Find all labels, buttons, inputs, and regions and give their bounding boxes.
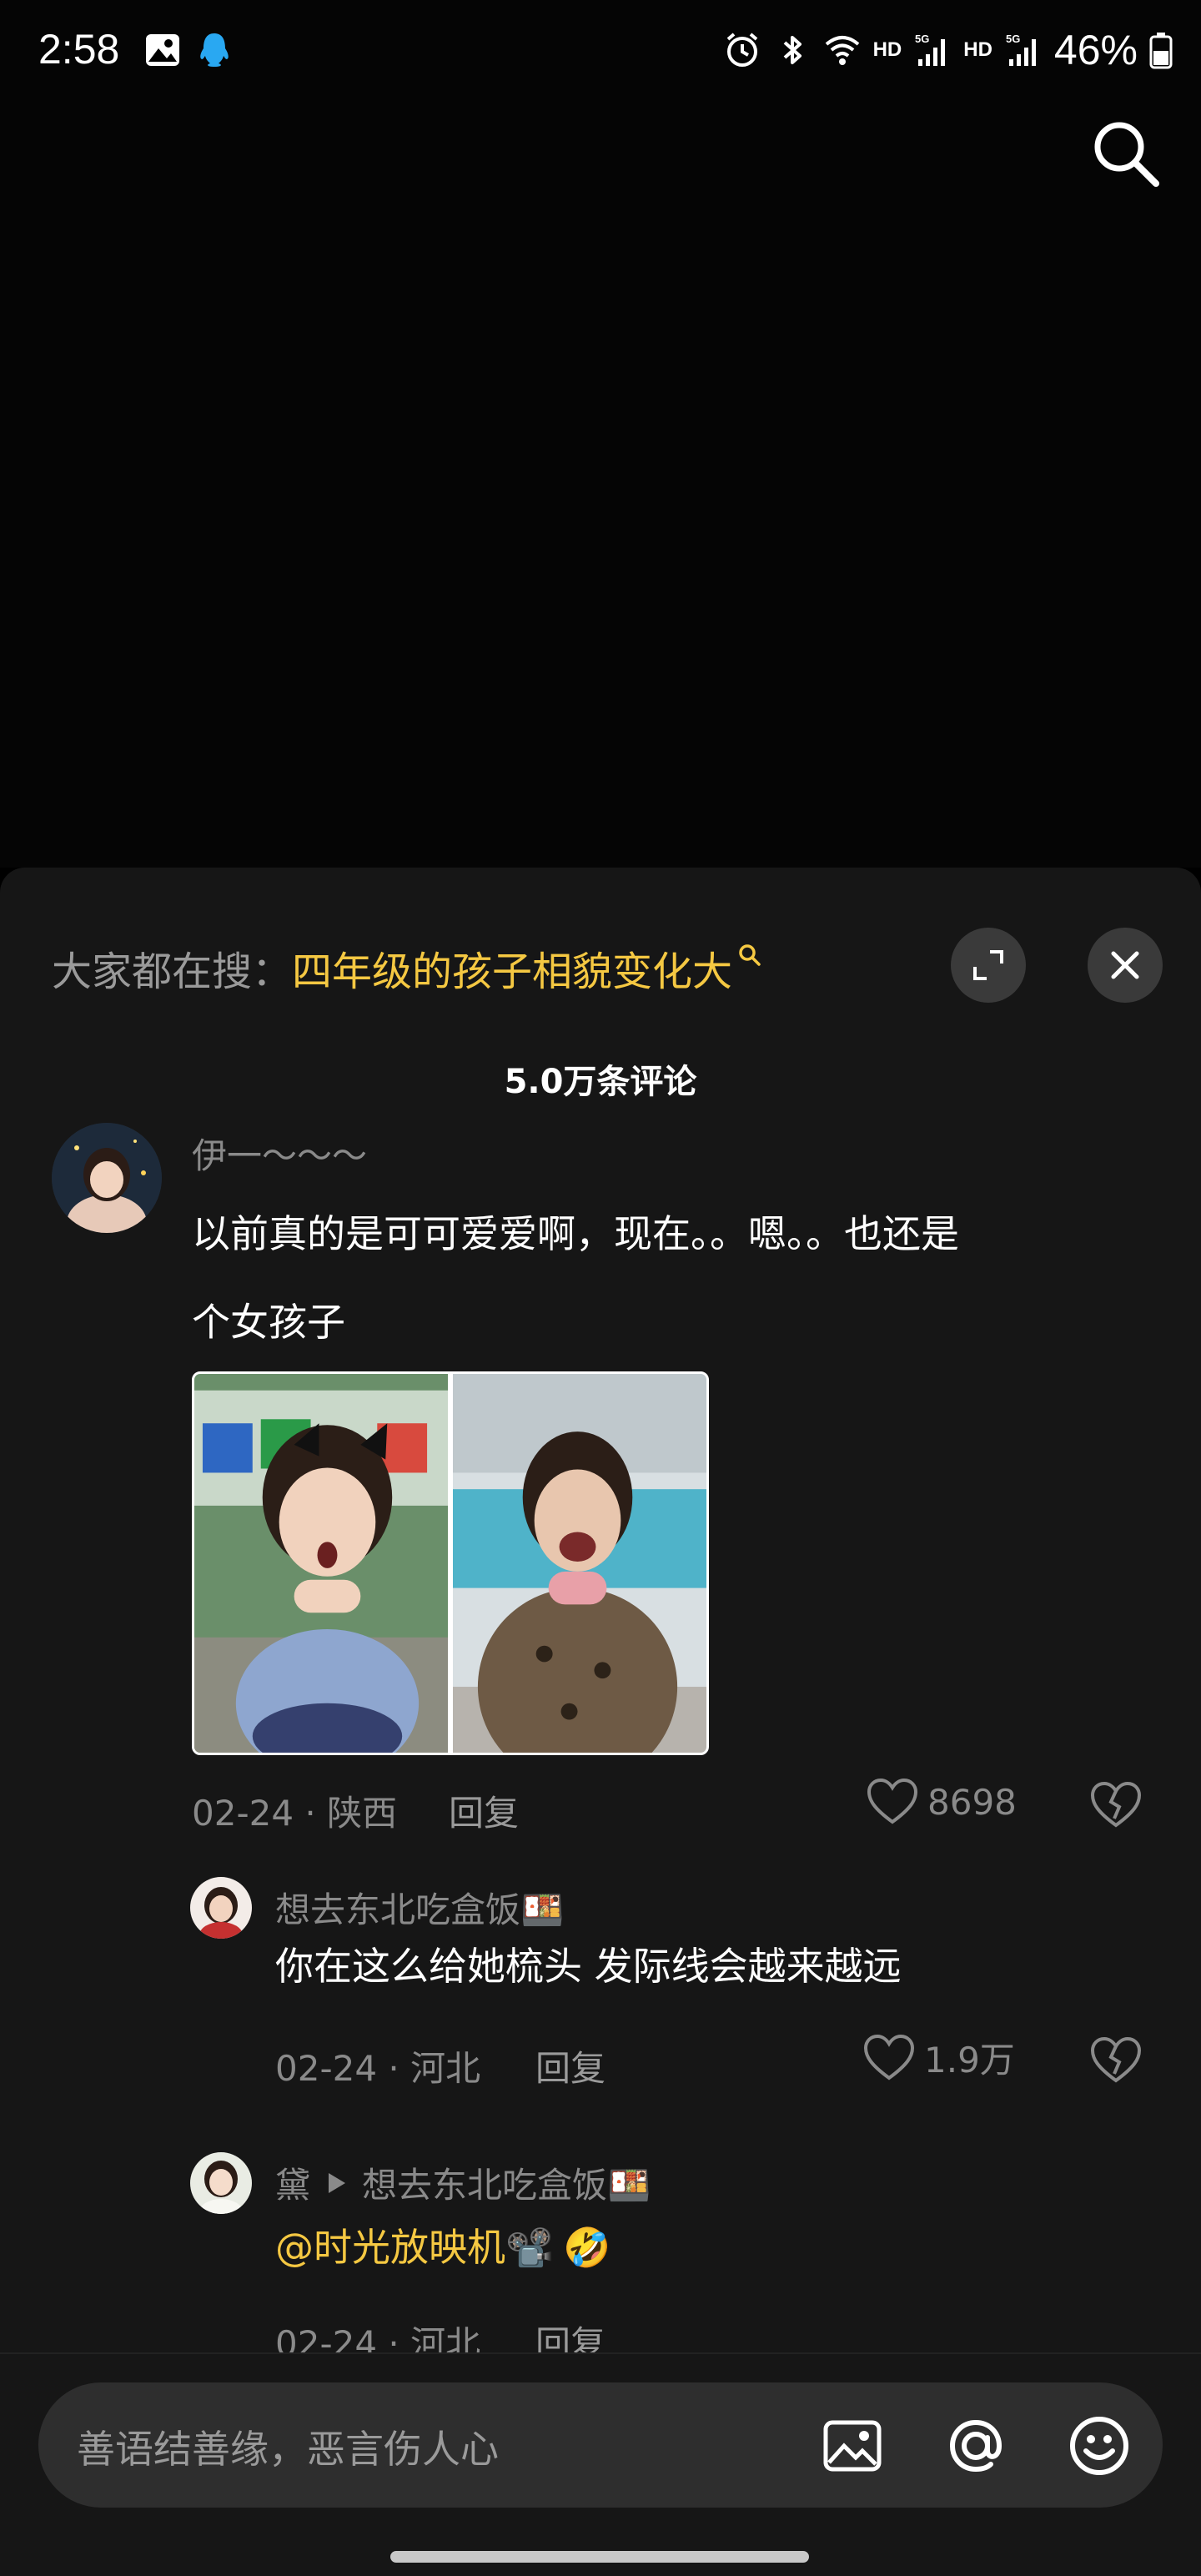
hot-search-bar[interactable]: 大家都在搜： 四年级的孩子相貌变化大	[52, 909, 762, 1026]
comment-photo[interactable]	[194, 1374, 448, 1753]
mention-link[interactable]: @时光放映机📽️	[275, 2214, 553, 2281]
like-count: 8698	[927, 1781, 1017, 1823]
signal-icon: 5G	[915, 33, 946, 66]
comment-meta: 02-24 · 陕西	[192, 1793, 398, 1834]
status-time: 2:58	[38, 26, 120, 73]
reply-to-username[interactable]: 想去东北吃盒饭🍱	[362, 2157, 651, 2208]
comment-username[interactable]: 黛	[275, 2157, 310, 2208]
comment-sheet: 大家都在搜： 四年级的孩子相貌变化大 5.0万条评论 伊一～～～ 以前真的是可可…	[0, 868, 1201, 2576]
comment-input[interactable]: 善语结善缘，恶言伤人心	[38, 2382, 1163, 2508]
emoji: 🤣	[563, 2225, 611, 2270]
hd-badge: HD	[963, 38, 992, 61]
signal-icon: 5G	[1006, 33, 1036, 66]
hot-search-prefix: 大家都在搜：	[52, 948, 293, 995]
search-icon	[739, 944, 761, 966]
close-button[interactable]	[1088, 928, 1163, 1003]
avatar[interactable]	[190, 2152, 252, 2214]
reply-button[interactable]: 回复	[449, 1785, 519, 1836]
alarm-icon	[726, 33, 757, 67]
expand-icon	[973, 950, 1003, 980]
search-icon[interactable]	[1088, 115, 1163, 190]
wifi-icon	[825, 36, 859, 65]
svg-text:5G: 5G	[1006, 33, 1020, 45]
dislike-icon[interactable]	[1089, 2035, 1143, 2085]
heart-icon	[867, 1778, 918, 1824]
qq-icon	[200, 33, 229, 67]
hot-search-query[interactable]: 四年级的孩子相貌变化大	[292, 938, 732, 997]
like-button[interactable]: 8698	[866, 1777, 1017, 1827]
like-button[interactable]: 1.9万	[862, 2032, 1015, 2083]
expand-button[interactable]	[951, 928, 1026, 1003]
play-arrow-icon	[329, 2172, 346, 2193]
hd-badge: HD	[872, 38, 902, 61]
svg-text:5G: 5G	[915, 33, 929, 45]
heart-icon	[863, 2034, 915, 2080]
comment-input-placeholder: 善语结善缘，恶言伤人心	[77, 2427, 499, 2472]
bluetooth-icon	[783, 36, 802, 64]
avatar[interactable]	[190, 1877, 252, 1939]
comment-input-bar: 善语结善缘，恶言伤人心	[0, 2352, 1201, 2576]
dislike-icon[interactable]	[1089, 1780, 1143, 1830]
reply-thread-header: 黛 想去东北吃盒饭🍱	[275, 2157, 651, 2208]
comment-text-line: 个女孩子	[192, 1300, 345, 1345]
mention-icon[interactable]	[942, 2412, 1009, 2479]
gallery-icon	[146, 34, 179, 66]
comment-text: @时光放映机📽️ 🤣	[275, 2214, 611, 2281]
comment-text: 你在这么给她梳头 发际线会越来越远	[275, 1944, 902, 1989]
battery-icon	[1149, 33, 1173, 69]
comment-photo[interactable]	[453, 1374, 706, 1753]
comment-text-line: 以前真的是可可爱爱啊，现在。。嗯。。也还是	[192, 1211, 959, 1256]
home-indicator[interactable]	[390, 2551, 809, 2563]
comment-username[interactable]: 想去东北吃盒饭🍱	[275, 1882, 564, 1933]
comment-username[interactable]: 伊一～～～	[192, 1128, 367, 1179]
reply-button[interactable]: 回复	[535, 2040, 606, 2091]
close-icon	[1111, 951, 1139, 979]
status-icons: HD 5G HD 5G 46%	[723, 25, 1173, 75]
like-count: 1.9万	[924, 2040, 1015, 2080]
emoji-icon[interactable]	[1066, 2412, 1133, 2479]
avatar[interactable]	[52, 1123, 162, 1233]
comment-image-grid[interactable]	[192, 1371, 709, 1755]
battery-percent: 46%	[1053, 27, 1138, 73]
comments-count: 5.0万条评论	[504, 1063, 697, 1101]
status-bar: 2:58 HD 5G HD 5G 46%	[0, 0, 1201, 108]
comment-meta: 02-24 · 河北	[275, 2048, 481, 2089]
video-area[interactable]	[0, 0, 1201, 868]
comment-text: 以前真的是可可爱爱啊，现在。。嗯。。也还是 个女孩子	[192, 1190, 1159, 1366]
image-picker-icon[interactable]	[819, 2412, 886, 2479]
